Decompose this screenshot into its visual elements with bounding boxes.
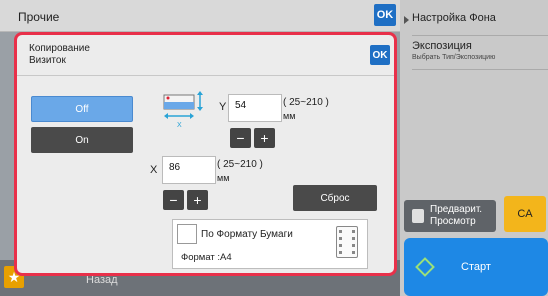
off-toggle-button[interactable]: Off: [31, 96, 133, 122]
paper-size-option[interactable]: По Формату Бумаги Формат :A4: [172, 219, 368, 269]
background-title: Прочие: [18, 10, 60, 24]
preview-button[interactable]: Предварит. Просмотр: [404, 200, 496, 232]
preview-label-line1: Предварит.: [430, 204, 483, 215]
menu-item-label: Экспозиция: [412, 40, 472, 52]
paper-size-checkbox[interactable]: [177, 224, 197, 244]
preview-icon: [412, 209, 424, 223]
background-ok-button[interactable]: OK: [374, 4, 396, 26]
x-increment-button[interactable]: +: [187, 190, 208, 210]
menu-item-exposure[interactable]: Экспозиция Выбрать Тип/Экспозицию: [412, 40, 548, 70]
y-decrement-button[interactable]: −: [230, 128, 251, 148]
format-label: Формат: [181, 252, 215, 263]
menu-item-sublabel: Выбрать Тип/Экспозицию: [412, 54, 496, 61]
start-label: Старт: [461, 261, 491, 273]
dialog-title-line2: Визиток: [29, 55, 66, 66]
y-unit-label: мм: [283, 111, 296, 121]
x-range-label: ( 25~210 ): [217, 159, 263, 170]
reset-button[interactable]: Сброс: [293, 185, 377, 211]
y-size-input[interactable]: 54: [228, 94, 282, 122]
ca-button[interactable]: CA: [504, 196, 546, 232]
divider: [17, 75, 394, 76]
preview-label-line2: Просмотр: [430, 216, 476, 227]
start-button[interactable]: Старт: [404, 238, 548, 296]
menu-item-label: Настройка Фона: [412, 12, 496, 24]
film-icon: [336, 226, 358, 258]
y-increment-button[interactable]: +: [254, 128, 275, 148]
y-axis-label: Y: [219, 101, 227, 113]
x-size-input[interactable]: 86: [162, 156, 216, 184]
x-decrement-button[interactable]: −: [163, 190, 184, 210]
svg-text:X: X: [177, 122, 182, 129]
dialog-title-line1: Копирование: [29, 43, 90, 54]
paper-size-label: По Формату Бумаги: [201, 229, 293, 240]
x-unit-label: мм: [217, 173, 230, 183]
card-size-icon: X: [163, 91, 203, 129]
paper-format-label: Формат :A4: [181, 252, 232, 263]
start-icon: [415, 257, 435, 277]
format-value: :A4: [217, 252, 232, 263]
dialog-title: Копирование Визиток: [29, 43, 90, 67]
background-header: Прочие OK: [0, 0, 400, 32]
on-toggle-button[interactable]: On: [31, 127, 133, 153]
x-axis-label: X: [150, 164, 158, 176]
chevron-right-icon: [404, 16, 409, 24]
business-card-copy-dialog: Копирование Визиток OK Off On X Y 54 ( 2…: [14, 32, 397, 276]
menu-item-background-setting[interactable]: Настройка Фона: [404, 12, 548, 36]
dialog-ok-button[interactable]: OK: [370, 45, 390, 65]
y-range-label: ( 25~210 ): [283, 97, 329, 108]
